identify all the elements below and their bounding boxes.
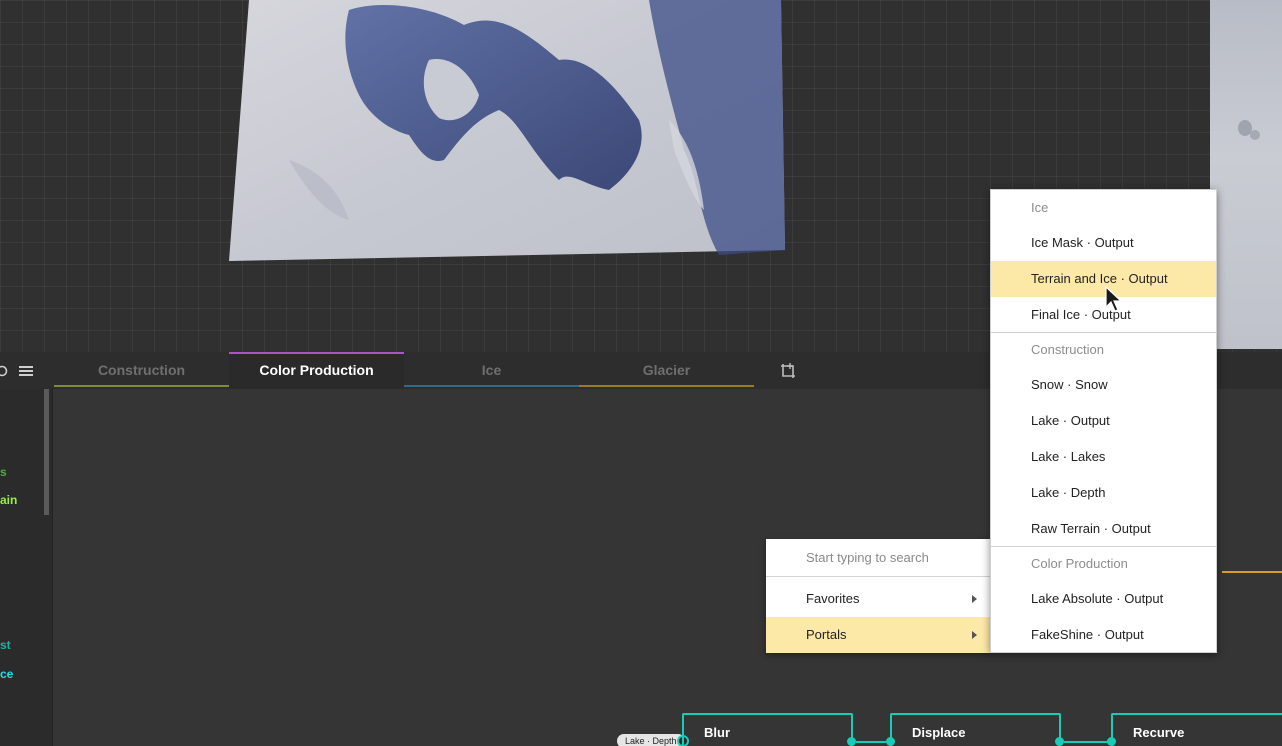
mouse-cursor-icon (1105, 286, 1123, 312)
node-title: Blur (704, 725, 730, 740)
menu-item-portals[interactable]: Portals (766, 617, 991, 653)
node-link (1064, 741, 1108, 743)
context-menu: Start typing to search Favorites Portals (766, 539, 991, 653)
section-header: Color Production (1031, 556, 1128, 571)
node-link (856, 741, 886, 743)
node-title: Recurve (1133, 725, 1185, 740)
terrain-preview (229, 0, 785, 261)
node-recurve[interactable]: Recurve (1111, 713, 1282, 746)
tab-ice[interactable]: Ice (404, 352, 579, 389)
portals-submenu: Ice Ice Mask · Output Terrain and Ice · … (990, 189, 1217, 653)
section-header: Ice (1031, 200, 1049, 215)
node-blur[interactable]: Blur (682, 713, 853, 746)
sidebar-item[interactable]: s (0, 465, 7, 479)
tab-label: Construction (97, 362, 186, 378)
tab-label: Ice (481, 362, 502, 378)
menu-item-label: Portals (806, 627, 847, 642)
submenu-item[interactable]: Raw Terrain · Output (991, 511, 1216, 547)
port-tag: Lake · Depth (617, 734, 685, 746)
tab-glacier[interactable]: Glacier (579, 352, 754, 389)
submenu-item[interactable]: Lake · Output (991, 403, 1216, 439)
chevron-right-icon (972, 631, 977, 639)
output-port[interactable] (1055, 737, 1064, 746)
submenu-item[interactable]: Ice Mask · Output (991, 225, 1216, 261)
submenu-item[interactable]: FakeShine · Output (991, 617, 1216, 653)
search-input[interactable]: Start typing to search (766, 539, 991, 577)
toolbar-left (0, 352, 52, 389)
submenu-item[interactable]: Snow · Snow (991, 367, 1216, 403)
submenu-item[interactable]: Lake · Lakes (991, 439, 1216, 475)
tab-label: Color Production (259, 362, 374, 378)
submenu-item[interactable]: Lake · Depth (991, 475, 1216, 511)
output-port[interactable] (847, 737, 856, 746)
sidebar-item[interactable]: ain (0, 493, 17, 507)
chevron-right-icon (972, 595, 977, 603)
sidebar-item[interactable]: st (0, 638, 11, 652)
circle-icon[interactable] (0, 365, 8, 377)
node-displace[interactable]: Displace (890, 713, 1061, 746)
sidebar-item[interactable]: ce (0, 667, 13, 681)
sidebar-scrollbar[interactable] (44, 389, 49, 515)
terrain-preview-secondary (1210, 0, 1282, 349)
search-placeholder: Start typing to search (806, 550, 929, 565)
node-list-sidebar: s ain st ce (0, 389, 53, 746)
tab-construction[interactable]: Construction (54, 352, 229, 389)
node-title: Displace (912, 725, 966, 740)
submenu-item[interactable]: Terrain and Ice · Output (991, 261, 1216, 297)
tab-color-production[interactable]: Color Production (229, 352, 404, 389)
submenu-item[interactable]: Lake Absolute · Output (991, 581, 1216, 617)
tab-label: Glacier (642, 362, 691, 378)
section-header: Construction (1031, 342, 1104, 357)
menu-item-favorites[interactable]: Favorites (766, 581, 991, 617)
connection-wire (1222, 571, 1282, 573)
menu-item-label: Favorites (806, 591, 860, 606)
new-tab-icon[interactable] (778, 361, 798, 381)
submenu-item[interactable]: Final Ice · Output (991, 297, 1216, 333)
hamburger-menu-icon[interactable] (19, 365, 33, 377)
